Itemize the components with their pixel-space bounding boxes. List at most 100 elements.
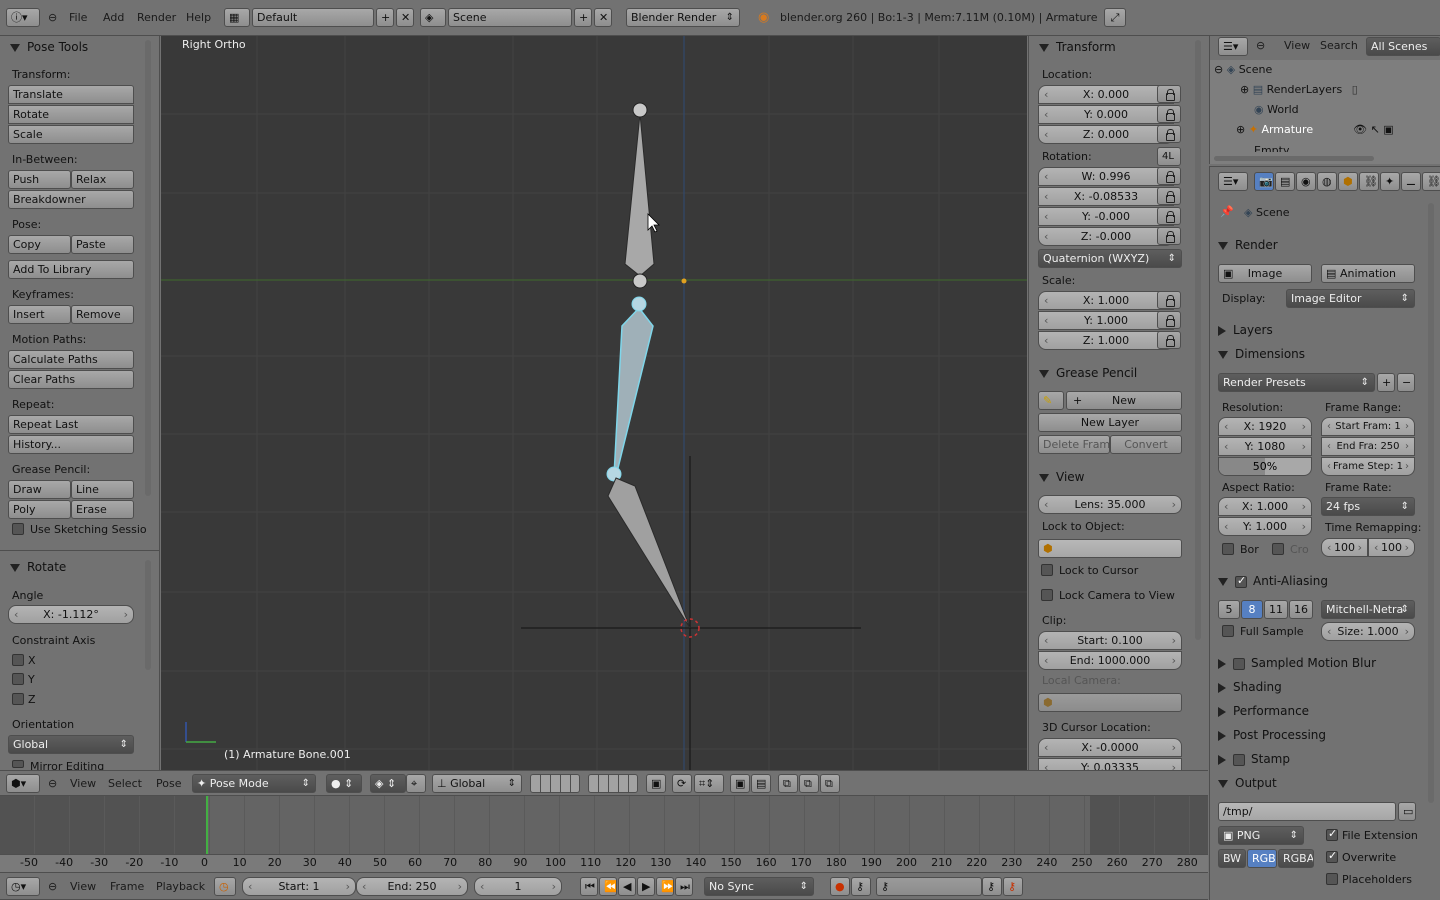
outliner-view-menu[interactable]: View <box>1284 39 1310 52</box>
lock-location-z-icon[interactable] <box>1157 125 1181 143</box>
lock-location-x-icon[interactable] <box>1157 85 1181 103</box>
lock-object-field[interactable]: ⬢ <box>1038 539 1182 558</box>
translate-button[interactable]: Translate <box>8 85 134 104</box>
remove-preset-icon[interactable]: − <box>1397 373 1415 392</box>
orientation-dropdown[interactable]: Global <box>8 735 134 754</box>
menu-render[interactable]: Render <box>137 11 176 24</box>
view-panel-header[interactable]: View <box>1039 470 1084 484</box>
outliner-item-renderlayers[interactable]: ⊕ ▤ RenderLayers ▯ <box>1240 83 1358 96</box>
manipulator-toggle-icon[interactable]: ⌖ <box>406 774 426 793</box>
lock-scale-z-icon[interactable] <box>1157 331 1181 349</box>
lock-rotation-z-icon[interactable] <box>1157 227 1181 245</box>
jump-start-icon[interactable]: ⏮ <box>580 877 598 896</box>
color-rgba-button[interactable]: RGBA <box>1278 849 1314 868</box>
sync-mode-dropdown[interactable]: No Sync <box>704 877 814 896</box>
render-presets-dropdown[interactable]: Render Presets <box>1218 373 1375 392</box>
copy-button[interactable]: Copy <box>8 235 71 254</box>
color-bw-button[interactable]: BW <box>1218 849 1246 868</box>
constraint-y-checkbox[interactable] <box>12 673 24 685</box>
clear-paths-button[interactable]: Clear Paths <box>8 370 134 389</box>
paste-flipped-pose-icon[interactable]: ⧉ <box>820 774 840 793</box>
start-frame-field[interactable]: Start Fram: 1 <box>1321 417 1415 436</box>
render-tab-icon[interactable]: 📷 <box>1254 172 1274 191</box>
active-keying-set-field[interactable]: ⚷ <box>876 877 982 896</box>
constraint-x-checkbox[interactable] <box>12 654 24 666</box>
editor-type-button[interactable]: ⓘ▾ <box>6 8 40 27</box>
end-frame-timeline-field[interactable]: End: 250 <box>356 877 468 896</box>
layers-panel-header[interactable]: Layers <box>1218 323 1273 337</box>
lock-layers-icon[interactable]: ▣ <box>646 774 666 793</box>
outliner-h-scrollbar[interactable] <box>1214 156 1374 161</box>
menu-file[interactable]: File <box>69 11 87 24</box>
mode-dropdown[interactable]: ✦ Pose Mode <box>192 774 316 793</box>
data-tab-icon[interactable]: ✦ <box>1380 172 1400 191</box>
jump-end-icon[interactable]: ⏭ <box>675 877 693 896</box>
aspect-x-field[interactable]: X: 1.000 <box>1218 497 1312 516</box>
scene-tab-icon[interactable]: ◉ <box>1296 172 1316 191</box>
jump-next-keyframe-icon[interactable]: ⏩ <box>656 877 674 896</box>
3d-select-menu[interactable]: Select <box>108 777 142 790</box>
current-frame-field[interactable]: 1 <box>474 877 562 896</box>
viewport-shading-dropdown[interactable]: ● ⇕ <box>326 774 362 793</box>
current-frame-line[interactable] <box>206 796 208 856</box>
3d-view-menu[interactable]: View <box>70 777 96 790</box>
crop-checkbox[interactable] <box>1272 543 1284 555</box>
border-checkbox[interactable] <box>1222 543 1234 555</box>
history-button[interactable]: History... <box>8 435 134 454</box>
lock-scale-x-icon[interactable] <box>1157 291 1181 309</box>
pivot-point-dropdown[interactable]: ◈ ⇕ <box>370 774 406 793</box>
play-reverse-icon[interactable]: ◀ <box>618 877 636 896</box>
timeline-playback-menu[interactable]: Playback <box>156 880 205 893</box>
push-button[interactable]: Push <box>8 170 71 189</box>
outliner-item-empty[interactable]: Empty <box>1254 144 1289 152</box>
play-icon[interactable]: ▶ <box>637 877 655 896</box>
mirror-editing-checkbox[interactable] <box>12 760 24 768</box>
delete-scene-icon[interactable]: ✕ <box>594 8 612 27</box>
stamp-checkbox[interactable] <box>1233 753 1245 766</box>
render-camera-icon[interactable]: ▣ <box>1383 123 1393 136</box>
fullscreen-icon[interactable]: ⤢ <box>1104 8 1126 27</box>
lock-scale-y-icon[interactable] <box>1157 311 1181 329</box>
resolution-x-field[interactable]: X: 1920 <box>1218 417 1312 436</box>
sketching-session-checkbox[interactable] <box>12 523 24 535</box>
display-dropdown[interactable]: Image Editor <box>1286 289 1415 308</box>
lock-location-y-icon[interactable] <box>1157 105 1181 123</box>
bone-constraint-tab-icon[interactable]: ⛓ <box>1422 172 1440 191</box>
menu-add[interactable]: Add <box>103 11 124 24</box>
timeline-editor-type[interactable]: ◷▾ <box>6 877 40 896</box>
lock-to-cursor-checkbox[interactable] <box>1041 564 1053 576</box>
placeholders-checkbox[interactable] <box>1326 873 1338 885</box>
render-image-button[interactable]: ▣ Image <box>1218 264 1312 283</box>
copy-pose-icon[interactable]: ⧉ <box>778 774 798 793</box>
render-layer-restrict-icon[interactable]: ▯ <box>1352 83 1358 96</box>
shading-panel-header[interactable]: Shading <box>1218 680 1282 694</box>
timeline-collapse-icon[interactable]: ⊖ <box>48 880 57 893</box>
constraints-tab-icon[interactable]: ⛓ <box>1359 172 1379 191</box>
location-z-field[interactable]: Z: 0.000 <box>1038 125 1174 144</box>
layer-buttons-group-2[interactable] <box>588 774 638 793</box>
clip-end-field[interactable]: End: 1000.000 <box>1038 651 1182 670</box>
line-button[interactable]: Line <box>71 480 134 499</box>
3d-viewport[interactable]: Right Ortho (1) Armature Bone.001 <box>161 36 1027 770</box>
preview-range-icon[interactable]: ◷ <box>214 877 236 896</box>
remap-new-field[interactable]: 100 <box>1368 538 1415 557</box>
outliner-item-scene[interactable]: ⊖ ◈ Scene <box>1214 63 1272 76</box>
clip-start-field[interactable]: Start: 0.100 <box>1038 631 1182 650</box>
outliner-editor-type[interactable]: ☰▾ <box>1218 37 1248 56</box>
poly-button[interactable]: Poly <box>8 500 71 519</box>
dimensions-panel-header[interactable]: Dimensions <box>1218 347 1305 361</box>
pose-tools-header[interactable]: Pose Tools <box>10 40 88 54</box>
scale-button[interactable]: Scale <box>8 125 134 144</box>
timeline-frame-menu[interactable]: Frame <box>110 880 144 893</box>
render-animation-button[interactable]: ▤ Animation <box>1321 264 1415 283</box>
calculate-paths-button[interactable]: Calculate Paths <box>8 350 134 369</box>
aa-samples-16[interactable]: 16 <box>1289 600 1313 619</box>
end-frame-field[interactable]: End Fra: 250 <box>1321 437 1415 456</box>
rotation-x-field[interactable]: X: -0.08533 <box>1038 187 1174 206</box>
outliner-search-menu[interactable]: Search <box>1320 39 1358 52</box>
layers-tab-icon[interactable]: ▤ <box>1275 172 1295 191</box>
lock-rotation-y-icon[interactable] <box>1157 207 1181 225</box>
post-processing-panel-header[interactable]: Post Processing <box>1218 728 1326 742</box>
delete-keyframe-icon[interactable]: ⚷ <box>1003 877 1023 896</box>
outliner-display-mode[interactable]: All Scenes <box>1366 37 1440 56</box>
